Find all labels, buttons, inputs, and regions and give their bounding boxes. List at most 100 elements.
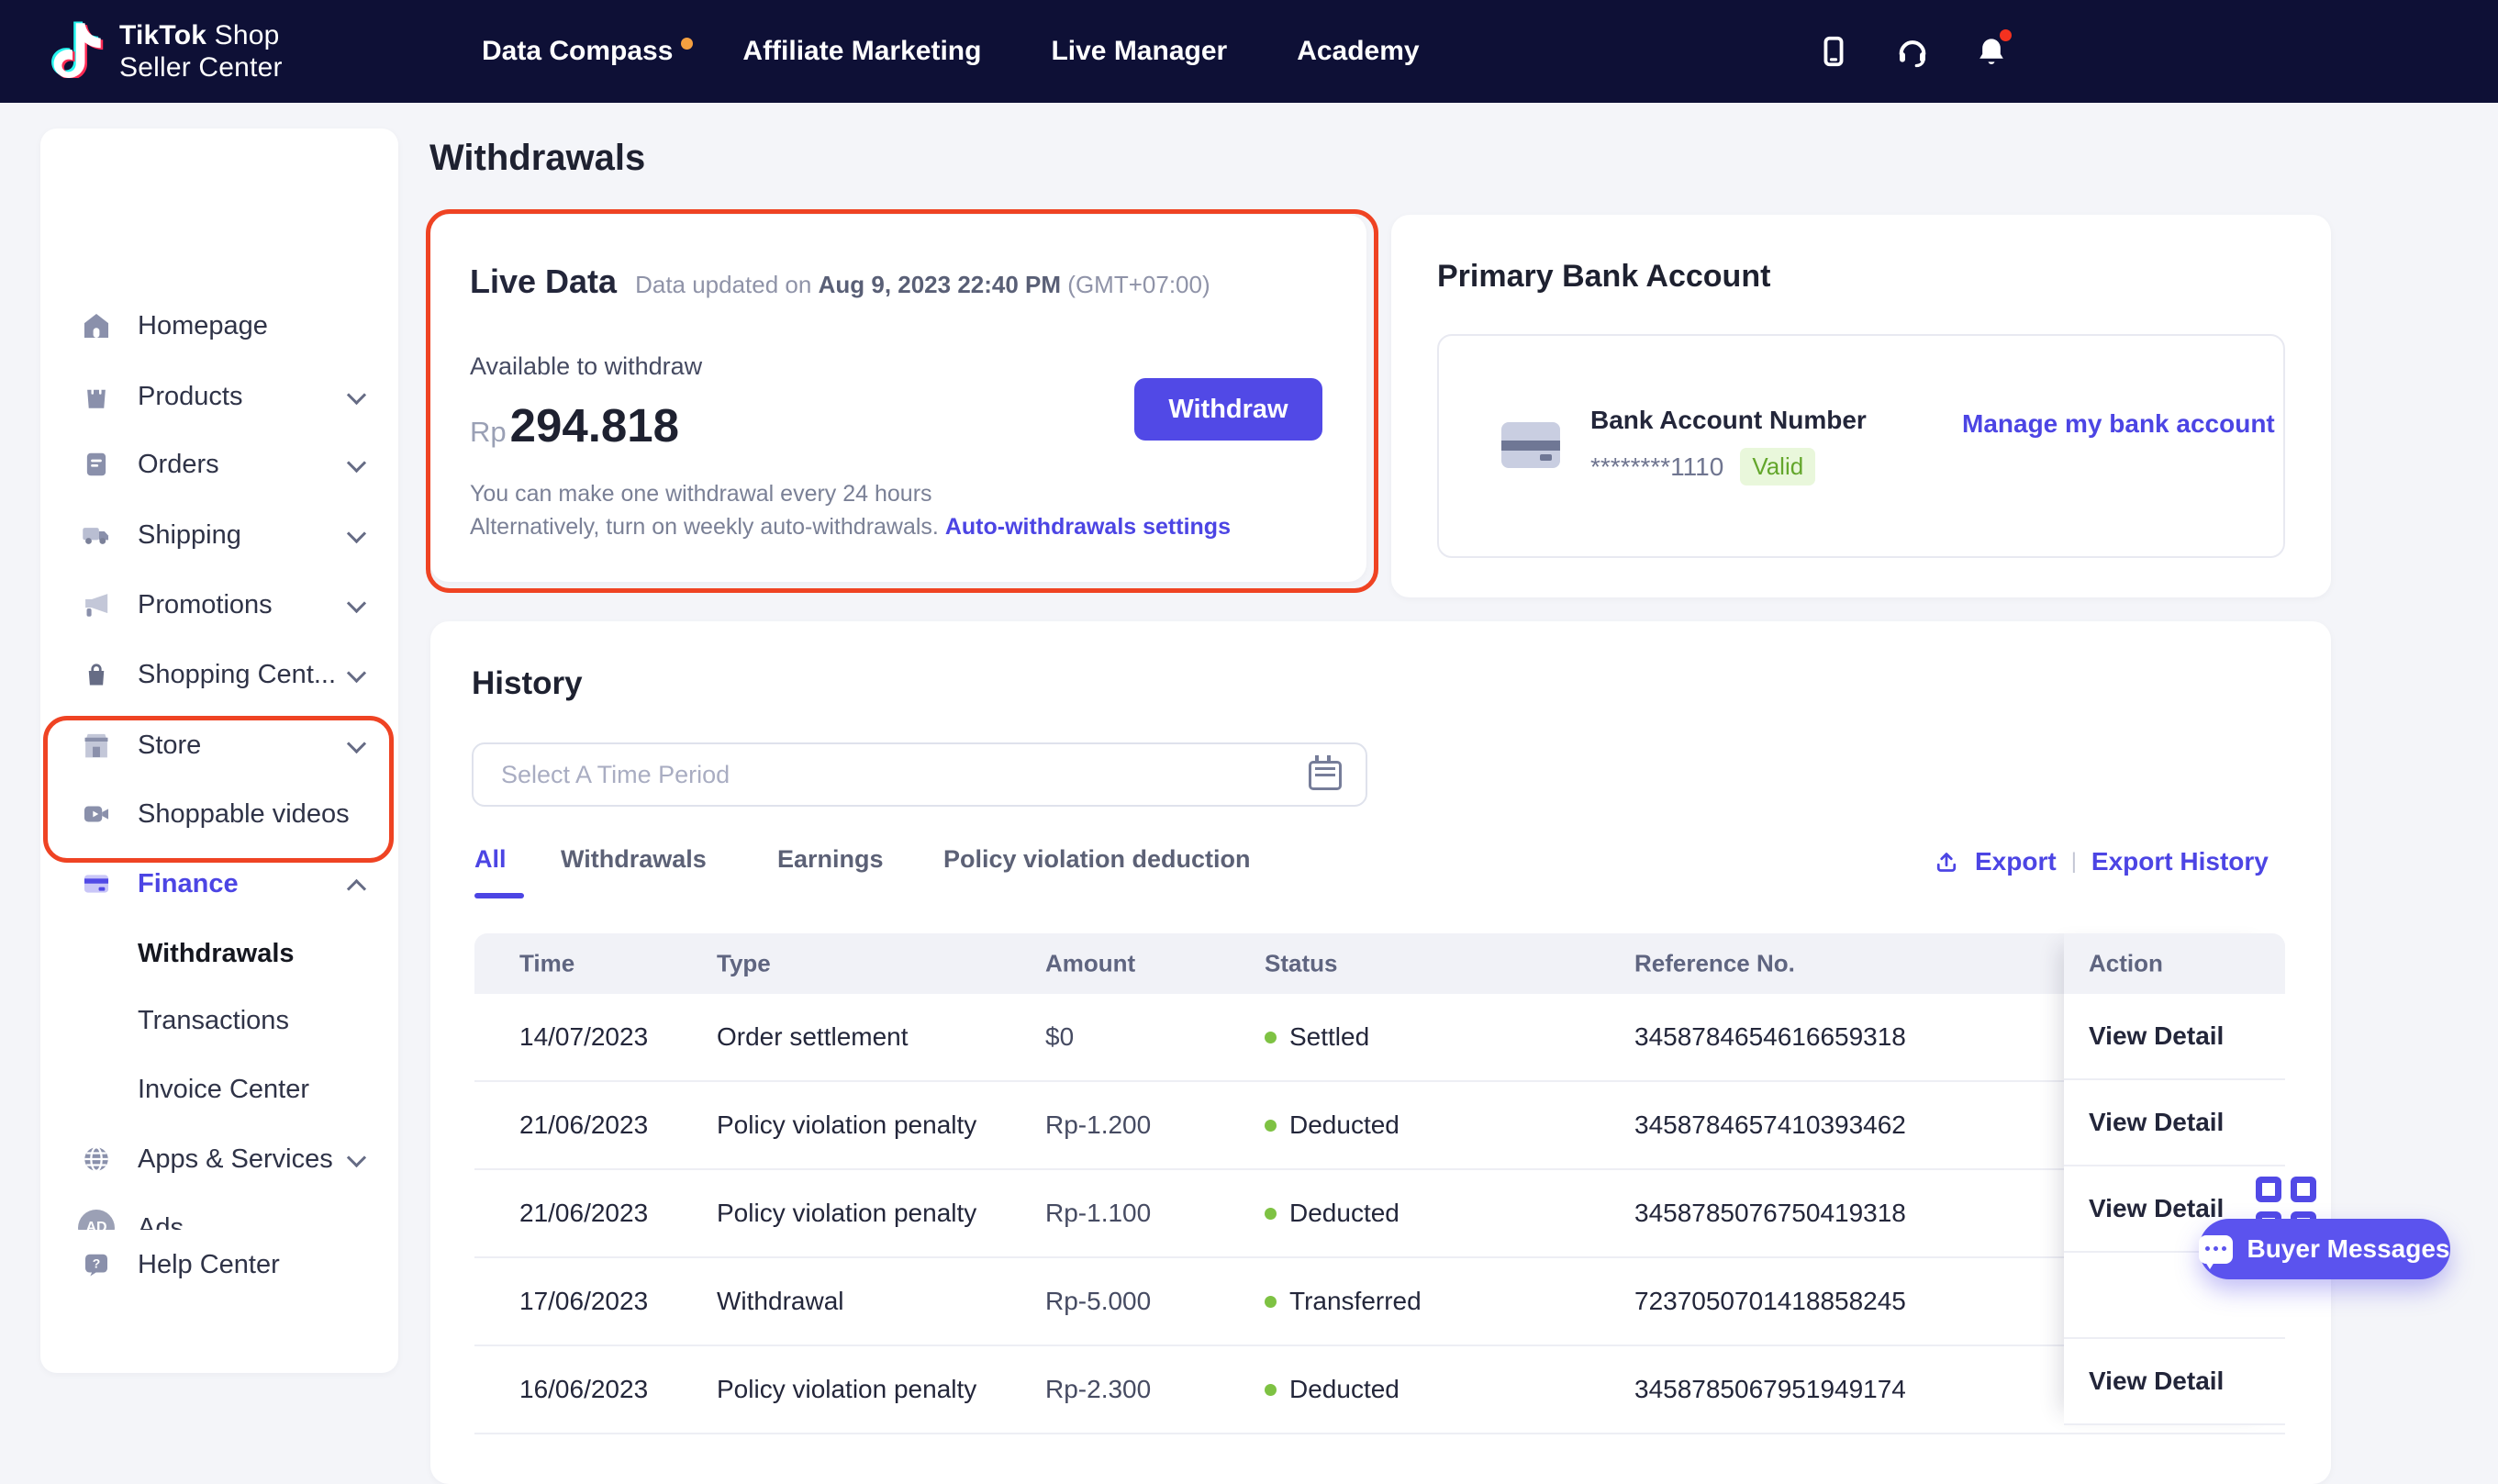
bank-card-title: Primary Bank Account xyxy=(1437,259,1770,295)
globe-icon xyxy=(77,1140,116,1178)
table-header: Time Type Amount Status Reference No. xyxy=(474,933,2285,994)
view-detail-link[interactable]: View Detail xyxy=(2089,1021,2224,1051)
live-data-title: Live Data xyxy=(470,262,617,301)
cell-reference: 3458784654616659318 xyxy=(1634,1022,1906,1052)
tab-withdrawals[interactable]: Withdrawals xyxy=(561,845,707,874)
headset-support-icon[interactable] xyxy=(1894,33,1931,70)
sidebar: Homepage Products Orders Shipping Promot… xyxy=(40,128,398,1373)
chevron-up-icon xyxy=(345,873,367,895)
bell-notifications-icon[interactable] xyxy=(1973,33,2010,70)
home-icon xyxy=(77,307,116,345)
cell-time: 16/06/2023 xyxy=(519,1375,648,1404)
sidebar-item-promotions[interactable]: Promotions xyxy=(40,570,398,640)
chevron-down-icon xyxy=(345,1148,367,1170)
page-title: Withdrawals xyxy=(429,138,645,179)
tab-all[interactable]: All xyxy=(474,845,507,874)
chevron-down-icon xyxy=(345,385,367,407)
bank-account-label: Bank Account Number xyxy=(1590,406,1867,435)
valid-status-badge: Valid xyxy=(1740,448,1815,485)
cell-amount: Rp-2.300 xyxy=(1045,1375,1151,1404)
chevron-down-icon xyxy=(345,594,367,616)
status-dot-icon xyxy=(1265,1384,1277,1396)
bank-card-icon xyxy=(1501,422,1560,468)
sidebar-item-transactions[interactable]: Transactions xyxy=(40,986,398,1055)
export-controls: Export | Export History xyxy=(1933,847,2269,876)
cell-reference: 7237050701418858245 xyxy=(1634,1287,1906,1316)
cell-amount: Rp-5.000 xyxy=(1045,1287,1151,1316)
sidebar-item-invoice-center[interactable]: Invoice Center xyxy=(40,1054,398,1124)
sidebar-item-store[interactable]: Store xyxy=(40,710,398,780)
history-table: Time Type Amount Status Reference No. 14… xyxy=(474,933,2285,1434)
cell-time: 21/06/2023 xyxy=(519,1199,648,1228)
sidebar-item-shopping-center[interactable]: Shopping Cent... xyxy=(40,640,398,709)
export-link[interactable]: Export xyxy=(1975,847,2057,876)
view-detail-link[interactable]: View Detail xyxy=(2089,1108,2224,1137)
col-amount: Amount xyxy=(1045,950,1135,978)
export-icon xyxy=(1933,847,1960,876)
sidebar-item-orders[interactable]: Orders xyxy=(40,430,398,499)
status-dot-icon xyxy=(1265,1208,1277,1220)
buyer-messages-button[interactable]: Buyer Messages xyxy=(2199,1219,2450,1279)
credit-card-icon xyxy=(77,865,116,903)
manage-bank-account-link[interactable]: Manage my bank account xyxy=(1962,409,2275,439)
chevron-down-icon xyxy=(345,524,367,546)
cell-time: 21/06/2023 xyxy=(519,1110,648,1140)
top-nav: TikTok Shop Seller Center Data Compass A… xyxy=(0,0,2498,103)
sidebar-item-products[interactable]: Products xyxy=(40,362,398,431)
sidebar-item-finance[interactable]: Finance xyxy=(40,849,398,919)
view-detail-link[interactable]: View Detail xyxy=(2089,1194,2224,1223)
nav-item-academy[interactable]: Academy xyxy=(1297,36,1419,67)
chevron-down-icon xyxy=(345,734,367,756)
nav-item-live-manager[interactable]: Live Manager xyxy=(1051,36,1227,67)
sidebar-item-apps-services[interactable]: Apps & Services xyxy=(40,1124,398,1194)
available-label: Available to withdraw xyxy=(470,352,702,381)
brand-text: TikTok Shop Seller Center xyxy=(119,19,283,84)
brand-logo[interactable]: TikTok Shop Seller Center xyxy=(51,0,283,103)
bank-account-card: Primary Bank Account Bank Account Number… xyxy=(1391,215,2331,597)
tiktok-note-icon xyxy=(51,21,105,83)
col-type: Type xyxy=(717,950,771,978)
auto-withdrawals-settings-link[interactable]: Auto-withdrawals settings xyxy=(945,514,1231,540)
handbag-icon xyxy=(77,655,116,694)
time-period-select[interactable]: Select A Time Period xyxy=(472,742,1367,807)
cell-type: Policy violation penalty xyxy=(717,1375,976,1404)
calendar-icon xyxy=(1309,761,1342,790)
table-row: 21/06/2023Policy violation penaltyRp-1.1… xyxy=(474,1170,2285,1258)
view-detail-link[interactable]: View Detail xyxy=(2089,1367,2224,1396)
help-question-icon: ? xyxy=(77,1245,116,1284)
table-row: 21/06/2023Policy violation penaltyRp-1.2… xyxy=(474,1082,2285,1170)
help-center-section: ? Help Center xyxy=(40,1230,398,1311)
megaphone-icon xyxy=(77,586,116,624)
action-col-body: View Detail View Detail View Detail View De… xyxy=(2064,994,2285,1425)
nav-item-data-compass[interactable]: Data Compass xyxy=(482,36,673,67)
cell-amount: $0 xyxy=(1045,1022,1074,1052)
cell-time: 17/06/2023 xyxy=(519,1287,648,1316)
sidebar-item-homepage[interactable]: Homepage xyxy=(40,291,398,361)
withdraw-button[interactable]: Withdraw xyxy=(1134,378,1322,441)
bank-account-box: Bank Account Number ********1110 Valid M… xyxy=(1437,334,2285,558)
cell-reference: 3458784657410393462 xyxy=(1634,1110,1906,1140)
storefront-icon xyxy=(77,726,116,764)
cell-type: Withdrawal xyxy=(717,1287,843,1316)
nav-item-affiliate-marketing[interactable]: Affiliate Marketing xyxy=(742,36,981,67)
cell-reference: 3458785067951949174 xyxy=(1634,1375,1906,1404)
chevron-down-icon xyxy=(345,453,367,475)
cell-type: Policy violation penalty xyxy=(717,1199,976,1228)
sidebar-item-shoppable-videos[interactable]: Shoppable videos xyxy=(40,779,398,849)
nav-menu: Data Compass Affiliate Marketing Live Ma… xyxy=(482,0,1420,103)
col-status: Status xyxy=(1265,950,1337,978)
table-row: 17/06/2023WithdrawalRp-5.000Transferred7… xyxy=(474,1258,2285,1346)
tab-earnings[interactable]: Earnings xyxy=(777,845,884,874)
tab-policy-violation-deduction[interactable]: Policy violation deduction xyxy=(943,845,1251,874)
sidebar-item-shipping[interactable]: Shipping xyxy=(40,500,398,570)
withdrawal-note-1: You can make one withdrawal every 24 hou… xyxy=(470,481,932,508)
sidebar-item-withdrawals[interactable]: Withdrawals xyxy=(40,919,398,988)
sidebar-item-help-center[interactable]: ? Help Center xyxy=(40,1230,398,1300)
export-history-link[interactable]: Export History xyxy=(2091,847,2269,876)
cell-amount: Rp-1.200 xyxy=(1045,1110,1151,1140)
cell-status: Deducted xyxy=(1265,1110,1400,1140)
mobile-app-icon[interactable] xyxy=(1815,33,1852,70)
truck-icon xyxy=(77,516,116,554)
live-data-updated: Data updated on Aug 9, 2023 22:40 PM (GM… xyxy=(635,271,1210,299)
col-reference: Reference No. xyxy=(1634,950,1795,978)
